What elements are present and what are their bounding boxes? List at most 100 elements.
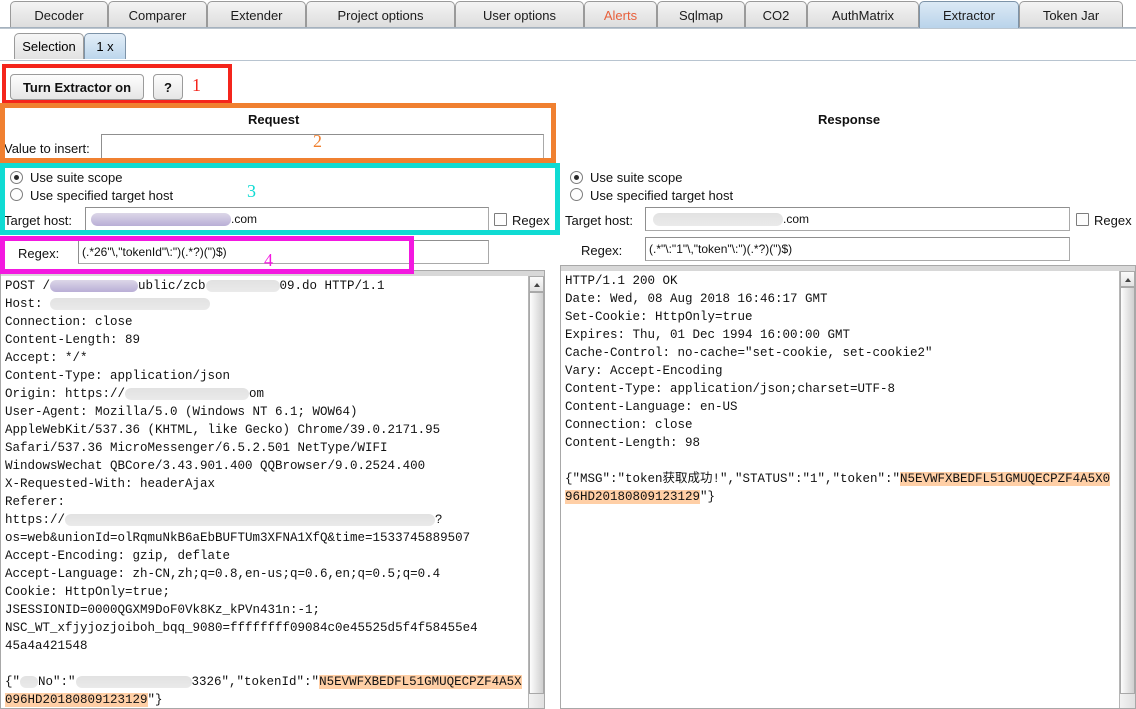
response-line: Vary: Accept-Encoding: [565, 364, 723, 378]
header-line: X-Requested-With: headerAjax: [5, 477, 215, 491]
body-key: No":": [38, 675, 76, 689]
tab-label: Token Jar: [1043, 8, 1099, 23]
response-regex-input[interactable]: (.*"\:"1"\,"token"\:")(.*?)(")$): [645, 237, 1070, 261]
tab-authmatrix[interactable]: AuthMatrix: [807, 1, 919, 28]
header-line: Accept-Encoding: gzip, deflate: [5, 549, 230, 563]
response-line: Content-Length: 98: [565, 436, 700, 450]
header-line: Cookie: HttpOnly=true;: [5, 585, 170, 599]
header-line: JSESSIONID=0000QGXM9DoF0Vk8Kz_kPVn431n:-…: [5, 603, 320, 617]
scrollbar-thumb[interactable]: [529, 292, 544, 694]
tab-label: Decoder: [34, 8, 83, 23]
response-line: Set-Cookie: HttpOnly=true: [565, 310, 753, 324]
request-message-text: POST /ublic/zcb09.do HTTP/1.1 Host: Conn…: [5, 277, 523, 709]
response-message-pane[interactable]: HTTP/1.1 200 OK Date: Wed, 08 Aug 2018 1…: [560, 265, 1136, 709]
sub-tab-selection[interactable]: Selection: [14, 33, 84, 59]
response-regex-label: Regex:: [581, 243, 622, 258]
header-line: os=web&unionId=olRqmuNkB6aEbBUFTUm3XFNA1…: [5, 531, 470, 545]
tab-label: Comparer: [129, 8, 187, 23]
tab-extractor[interactable]: Extractor: [919, 1, 1019, 28]
annotation-number-1: 1: [192, 75, 201, 96]
pane-top-strip: [561, 266, 1136, 271]
redaction-block: [20, 676, 38, 688]
request-target-host-input[interactable]: .com: [85, 207, 489, 231]
header-line: Content-Type: application/json: [5, 369, 230, 383]
response-line: HTTP/1.1 200 OK: [565, 274, 678, 288]
response-scrollbar[interactable]: [1119, 271, 1135, 709]
scroll-up-arrow-icon[interactable]: [1120, 271, 1135, 287]
tab-label: Extractor: [943, 8, 995, 23]
tab-co2[interactable]: CO2: [745, 1, 807, 28]
response-target-host-input[interactable]: .com: [645, 207, 1070, 231]
redaction-block: [206, 280, 280, 292]
header-line: Connection: close: [5, 315, 133, 329]
tab-label: Sqlmap: [679, 8, 723, 23]
request-scope-suite-label: Use suite scope: [30, 170, 123, 185]
redaction-block: [76, 676, 192, 688]
redaction-block: [50, 298, 210, 310]
host-label: Host:: [5, 297, 43, 311]
response-line: Content-Type: application/json;charset=U…: [565, 382, 895, 396]
header-line: Safari/537.36 MicroMessenger/6.5.2.501 N…: [5, 441, 388, 455]
response-scope-host-radio[interactable]: [570, 188, 583, 201]
button-label: ?: [164, 80, 172, 95]
tab-user-options[interactable]: User options: [455, 1, 584, 28]
sub-tab-label: Selection: [22, 39, 75, 54]
tab-project-options[interactable]: Project options: [306, 1, 455, 28]
tab-label: Extender: [230, 8, 282, 23]
tab-comparer[interactable]: Comparer: [108, 1, 207, 28]
tab-alerts[interactable]: Alerts: [584, 1, 657, 28]
tab-decoder[interactable]: Decoder: [10, 1, 108, 28]
header-line: AppleWebKit/537.36 (KHTML, like Gecko) C…: [5, 423, 440, 437]
header-line: Accept: */*: [5, 351, 88, 365]
request-target-host-value: .com: [231, 212, 257, 226]
response-body-prefix: {"MSG":"token获取成功!","STATUS":"1","token"…: [565, 472, 900, 486]
tab-extender[interactable]: Extender: [207, 1, 306, 28]
response-scope-suite-radio[interactable]: [570, 171, 583, 184]
response-line: Connection: close: [565, 418, 693, 432]
annotation-number-2: 2: [313, 131, 322, 152]
annotation-number-4: 4: [264, 250, 273, 271]
response-regex-checkbox[interactable]: [1076, 213, 1089, 226]
request-regex-label: Regex:: [18, 246, 59, 261]
burp-suite-extractor-window: Decoder Comparer Extender Project option…: [0, 0, 1136, 709]
redaction-block: [65, 514, 435, 526]
tab-label: CO2: [763, 8, 790, 23]
request-message-pane[interactable]: POST /ublic/zcb09.do HTTP/1.1 Host: Conn…: [0, 270, 545, 709]
turn-extractor-on-button[interactable]: Turn Extractor on: [10, 74, 144, 100]
response-scope-suite-label: Use suite scope: [590, 170, 683, 185]
request-scrollbar[interactable]: [528, 276, 544, 709]
request-target-host-label: Target host:: [4, 213, 72, 228]
tab-sqlmap[interactable]: Sqlmap: [657, 1, 745, 28]
request-scope-host-radio[interactable]: [10, 188, 23, 201]
origin-line-prefix: Origin: https://: [5, 387, 125, 401]
body-mid: 3326","tokenId":": [192, 675, 320, 689]
sub-tab-1x[interactable]: 1 x: [84, 33, 126, 59]
referer-prefix: https://: [5, 513, 65, 527]
tab-token-jar[interactable]: Token Jar: [1019, 1, 1123, 28]
request-regex-input[interactable]: (.*26"\,"tokenId"\:")(.*?)(")$): [78, 240, 489, 264]
header-line: Referer:: [5, 495, 65, 509]
body-prefix: {": [5, 675, 20, 689]
response-line: Expires: Thu, 01 Dec 1994 16:00:00 GMT: [565, 328, 850, 342]
origin-line-suffix: om: [249, 387, 264, 401]
tab-label: User options: [483, 8, 556, 23]
tab-label: Alerts: [604, 8, 637, 23]
redaction-block: [125, 388, 249, 400]
response-line: Cache-Control: no-cache="set-cookie, set…: [565, 346, 933, 360]
response-line: Content-Language: en-US: [565, 400, 738, 414]
help-button[interactable]: ?: [153, 74, 183, 100]
scroll-up-arrow-icon[interactable]: [529, 276, 544, 292]
response-regex-checkbox-label: Regex: [1094, 213, 1132, 228]
pane-top-strip: [1, 271, 545, 276]
button-label: Turn Extractor on: [23, 80, 131, 95]
redaction-block: [50, 280, 138, 292]
value-to-insert-label: Value to insert:: [4, 141, 90, 156]
value-to-insert-input[interactable]: [101, 134, 544, 159]
header-line: User-Agent: Mozilla/5.0 (Windows NT 6.1;…: [5, 405, 358, 419]
request-scope-suite-radio[interactable]: [10, 171, 23, 184]
tab-label: Project options: [338, 8, 424, 23]
scrollbar-thumb[interactable]: [1120, 287, 1135, 694]
request-regex-checkbox[interactable]: [494, 213, 507, 226]
response-body-suffix: "}: [700, 490, 715, 504]
header-line: WindowsWechat QBCore/3.43.901.400 QQBrow…: [5, 459, 425, 473]
